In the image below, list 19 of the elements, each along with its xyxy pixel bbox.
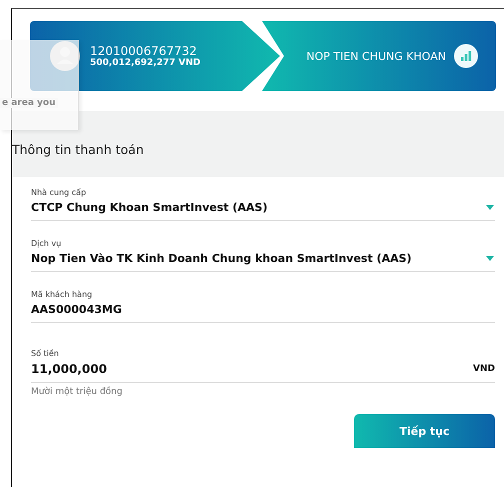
bar-chart-icon [454,44,478,68]
dropdown-field[interactable]: Nop Tien Vào TK Kinh Doanh Chung khoan SmartInvest (AAS) [31,248,495,272]
continue-button[interactable]: Tiếp tục [354,414,495,448]
input-field[interactable]: 11,000,000 VND [31,358,495,383]
field-label: Nhà cung cấp [31,188,88,197]
input-field[interactable]: AAS000043MG [31,299,495,323]
field-label: Dịch vụ [31,239,62,248]
amount-in-words: Mười một triệu đồng [31,387,124,397]
caret-icon [486,205,494,210]
currency-unit: VND [473,364,495,374]
field-label: Mã khách hàng [31,290,94,299]
service-title: NOP TIEN CHUNG KHOAN [306,50,446,62]
caret-icon [486,256,494,261]
dropdown-field[interactable]: CTCP Chung Khoan SmartInvest (AAS) [31,197,495,221]
account-balance: 500,012,692,277 VND [90,58,201,68]
popup-text: e area you [0,98,58,108]
field-label: Số tiền [31,349,60,358]
section-title: Thông tin thanh toán [12,142,144,156]
account-number: 12010006767732 [90,44,198,58]
